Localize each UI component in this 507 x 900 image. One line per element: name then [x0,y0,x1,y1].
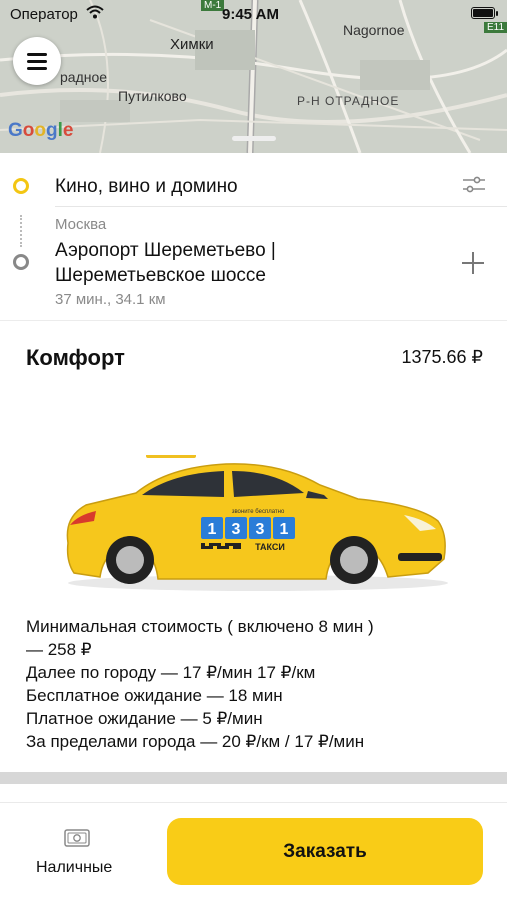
map[interactable]: Химки Nagornoe радное Путилково Р-Н ОТРА… [0,0,507,153]
info-line: — 258 ₽ [26,640,92,659]
filter-settings-icon[interactable] [462,176,486,194]
battery-icon [471,7,495,19]
carrier-label: Оператор [10,6,78,23]
order-button[interactable]: Заказать [167,818,483,885]
tariff-price: 1375.66 ₽ [401,347,483,367]
tariff-name: Комфорт [26,345,125,370]
add-stop-icon[interactable] [462,252,484,274]
divider [0,802,507,803]
status-bar: Оператор 9:45 AM [0,0,507,28]
destination-address-line-2[interactable]: Шереметьевское шоссе [55,265,455,287]
map-label-putilkovo: Путилково [118,88,187,104]
menu-icon-bar [27,67,47,70]
map-label-district: Р-Н ОТРАДНОЕ [297,94,400,108]
origin-dot-icon [13,178,29,194]
info-line: Далее по городу — 17 ₽/мин 17 ₽/км [26,663,316,682]
origin-address[interactable]: Кино, вино и домино [55,176,238,198]
menu-icon-bar [27,60,47,63]
info-line: За пределами города — 20 ₽/км / 17 ₽/мин [26,732,365,751]
taxi-car-image: звоните бесплатно 1 3 3 1 ТАКСИ [66,455,448,591]
menu-icon-bar [27,53,47,56]
info-line: Бесплатное ожидание — 18 мин [26,686,283,705]
info-line: Платное ожидание — 5 ₽/мин [26,709,263,728]
section-separator [0,772,507,784]
car-phone-caption: звоните бесплатно [232,509,285,515]
destination-city: Москва [55,216,107,233]
car-brand-text: ТАКСИ [255,542,285,552]
payment-method-label[interactable]: Наличные [36,859,112,877]
google-logo: Google [8,120,74,141]
clock: 9:45 AM [222,6,279,23]
info-line: Минимальная стоимость ( включено 8 мин ) [26,617,374,636]
svg-text:3: 3 [232,521,241,538]
map-label-khimki: Химки [170,36,214,53]
cash-icon[interactable] [64,828,90,848]
battery-cap [496,11,498,16]
wifi-icon [86,5,104,19]
divider [55,206,507,207]
menu-button[interactable] [13,37,61,85]
map-label-left: радное [60,69,108,85]
route-connector [20,215,22,247]
svg-text:3: 3 [256,521,265,538]
divider [0,320,507,321]
svg-text:1: 1 [208,521,217,538]
destination-address-line-1[interactable]: Аэропорт Шереметьево | [55,240,455,262]
svg-text:1: 1 [280,521,289,538]
sheet-drag-handle[interactable] [232,136,276,141]
destination-dot-icon [13,254,29,270]
trip-duration-distance: 37 мин., 34.1 км [55,291,166,308]
